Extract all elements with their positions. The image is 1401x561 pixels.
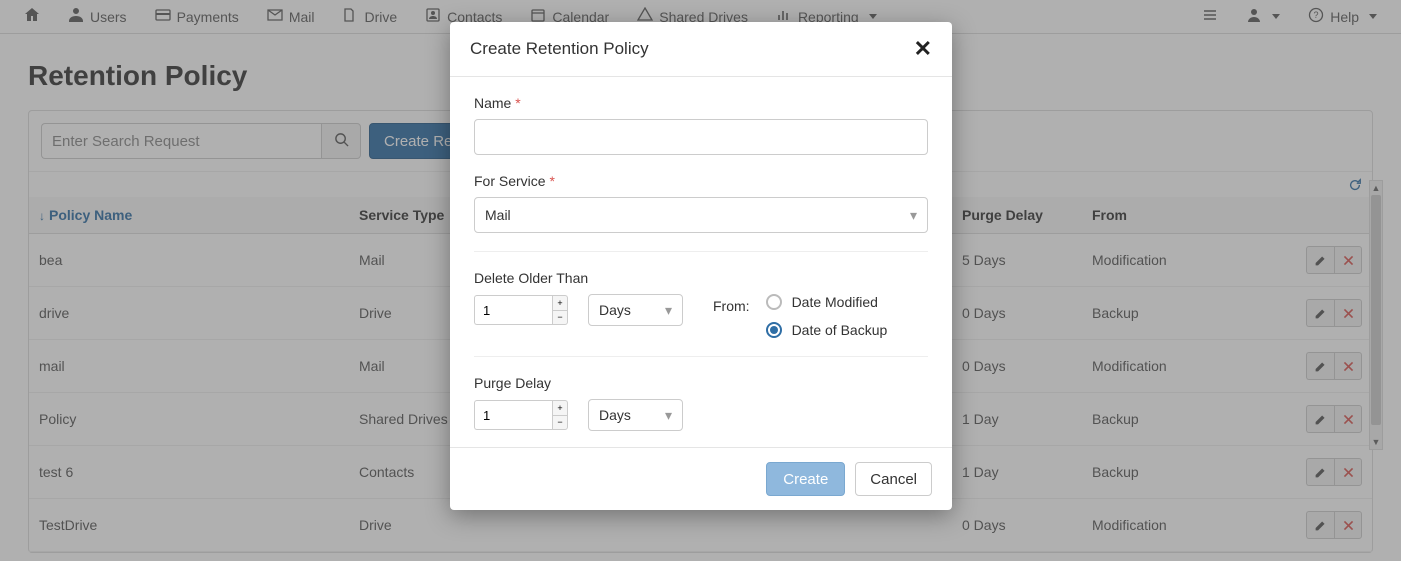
create-policy-modal: Create Retention Policy ✕ Name * For Ser… [450,22,952,510]
from-label: From: [713,294,750,314]
name-input[interactable] [474,119,928,155]
close-icon[interactable]: ✕ [914,38,932,60]
delete-value-down[interactable]: − [552,310,568,325]
purge-delay-label: Purge Delay [474,375,928,391]
delete-value-input[interactable] [474,295,552,325]
create-button[interactable]: Create [766,462,845,496]
cancel-button[interactable]: Cancel [855,462,932,496]
name-label: Name * [474,95,928,111]
chevron-down-icon: ▾ [910,207,917,224]
delete-unit-select[interactable]: Days ▾ [588,294,683,326]
chevron-down-icon: ▾ [665,407,672,424]
modal-title: Create Retention Policy [470,39,649,59]
delete-older-label: Delete Older Than [474,270,928,286]
purge-value-up[interactable]: + [552,400,568,415]
service-select[interactable]: Mail ▾ [474,197,928,233]
purge-value-input[interactable] [474,400,552,430]
purge-unit-select[interactable]: Days ▾ [588,399,683,431]
purge-value-down[interactable]: − [552,415,568,430]
radio-icon [766,294,782,310]
chevron-down-icon: ▾ [665,302,672,319]
radio-date-modified[interactable]: Date Modified [766,294,888,310]
radio-selected-icon [766,322,782,338]
delete-value-up[interactable]: + [552,295,568,310]
service-label: For Service * [474,173,928,189]
radio-date-backup[interactable]: Date of Backup [766,322,888,338]
